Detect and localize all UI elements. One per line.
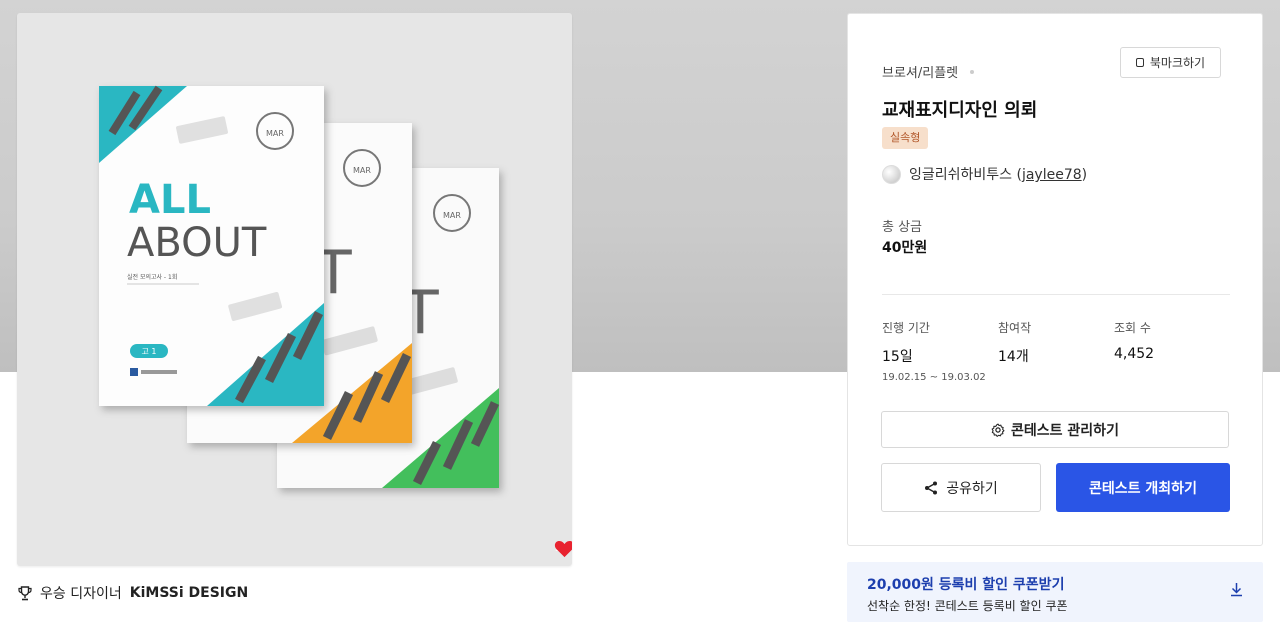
category-label[interactable]: 브로셔/리플렛 [882, 62, 958, 81]
grade-tag: 고 1 [142, 347, 157, 356]
host-id-link[interactable]: jaylee78 [1022, 167, 1082, 183]
coupon-banner[interactable]: 20,000원 등록비 할인 쿠폰받기 선착순 한정! 콘테스트 등록비 할인 … [847, 562, 1263, 622]
stat-value: 4,452 [1114, 346, 1155, 362]
stamp-text-2: MAR [353, 166, 371, 175]
coupon-subtitle: 선착순 한정! 콘테스트 등록비 할인 쿠폰 [867, 599, 1068, 613]
prize-label: 총 상금 [882, 220, 923, 235]
cover-title-line1: ALL [129, 177, 211, 223]
gear-icon [991, 423, 1005, 437]
share-label: 공유하기 [946, 480, 998, 497]
share-icon [925, 481, 938, 494]
brochure-covers-illustration: MAR T MAR T MAR ALL ABOUT 실전 모의고사 - 1회 고… [99, 85, 500, 488]
winner-prefix: 우승 디자이너 [40, 586, 122, 602]
host-info: 잉글리쉬하비투스 (jaylee78) [882, 164, 1087, 184]
stat-value: 15일 [882, 349, 913, 365]
stat-label: 참여작 [998, 321, 1032, 335]
stat-period: 진행 기간 15일 19.02.15 ~ 19.03.02 [882, 319, 986, 383]
share-button[interactable]: 공유하기 [881, 463, 1041, 512]
stat-entries: 참여작 14개 [998, 319, 1031, 366]
prize-value: 40만원 [882, 240, 928, 256]
trophy-icon [18, 585, 32, 600]
heart-icon[interactable] [554, 540, 572, 558]
contest-info-panel: 브로셔/리플렛 북마크하기 교재표지디자인 의뢰 실속형 잉글리쉬하비투스 (j… [847, 13, 1263, 546]
download-icon[interactable] [1230, 582, 1243, 597]
contest-image[interactable]: MAR T MAR T MAR ALL ABOUT 실전 모의고사 - 1회 고… [17, 13, 572, 566]
separator-dot [970, 69, 975, 74]
bookmark-icon [1135, 58, 1144, 67]
stamp-text-1: MAR [266, 129, 284, 138]
category-row: 브로셔/리플렛 [882, 62, 975, 81]
manage-contest-button[interactable]: 콘테스트 관리하기 [881, 411, 1229, 448]
cover-title-line2: ABOUT [127, 220, 267, 266]
winner-designer: 우승 디자이너 KiMSSi DESIGN [18, 583, 248, 603]
like-counter[interactable]: 9 [554, 540, 572, 558]
manage-contest-label: 콘테스트 관리하기 [1011, 422, 1119, 439]
coupon-title: 20,000원 등록비 할인 쿠폰받기 [867, 577, 1065, 593]
host-avatar[interactable] [882, 164, 901, 184]
bookmark-button[interactable]: 북마크하기 [1120, 47, 1221, 78]
stat-value: 14개 [998, 349, 1029, 365]
divider [882, 294, 1230, 295]
cover-subtitle: 실전 모의고사 - 1회 [127, 273, 177, 281]
stat-date-range: 19.02.15 ~ 19.03.02 [882, 372, 986, 383]
plan-badge: 실속형 [882, 127, 929, 149]
host-name: 잉글리쉬하비투스 ( [909, 167, 1022, 183]
bookmark-label: 북마크하기 [1149, 56, 1206, 70]
host-id-close: ) [1081, 167, 1088, 183]
stamp-text-3: MAR [443, 211, 461, 220]
contest-title: 교재표지디자인 의뢰 [882, 100, 1038, 121]
stat-label: 조회 수 [1114, 321, 1151, 335]
winner-designer-name[interactable]: KiMSSi DESIGN [130, 585, 248, 601]
stat-views: 조회 수 4,452 [1114, 319, 1154, 362]
stat-label: 진행 기간 [882, 321, 930, 335]
host-contest-button[interactable]: 콘테스트 개최하기 [1056, 463, 1230, 512]
